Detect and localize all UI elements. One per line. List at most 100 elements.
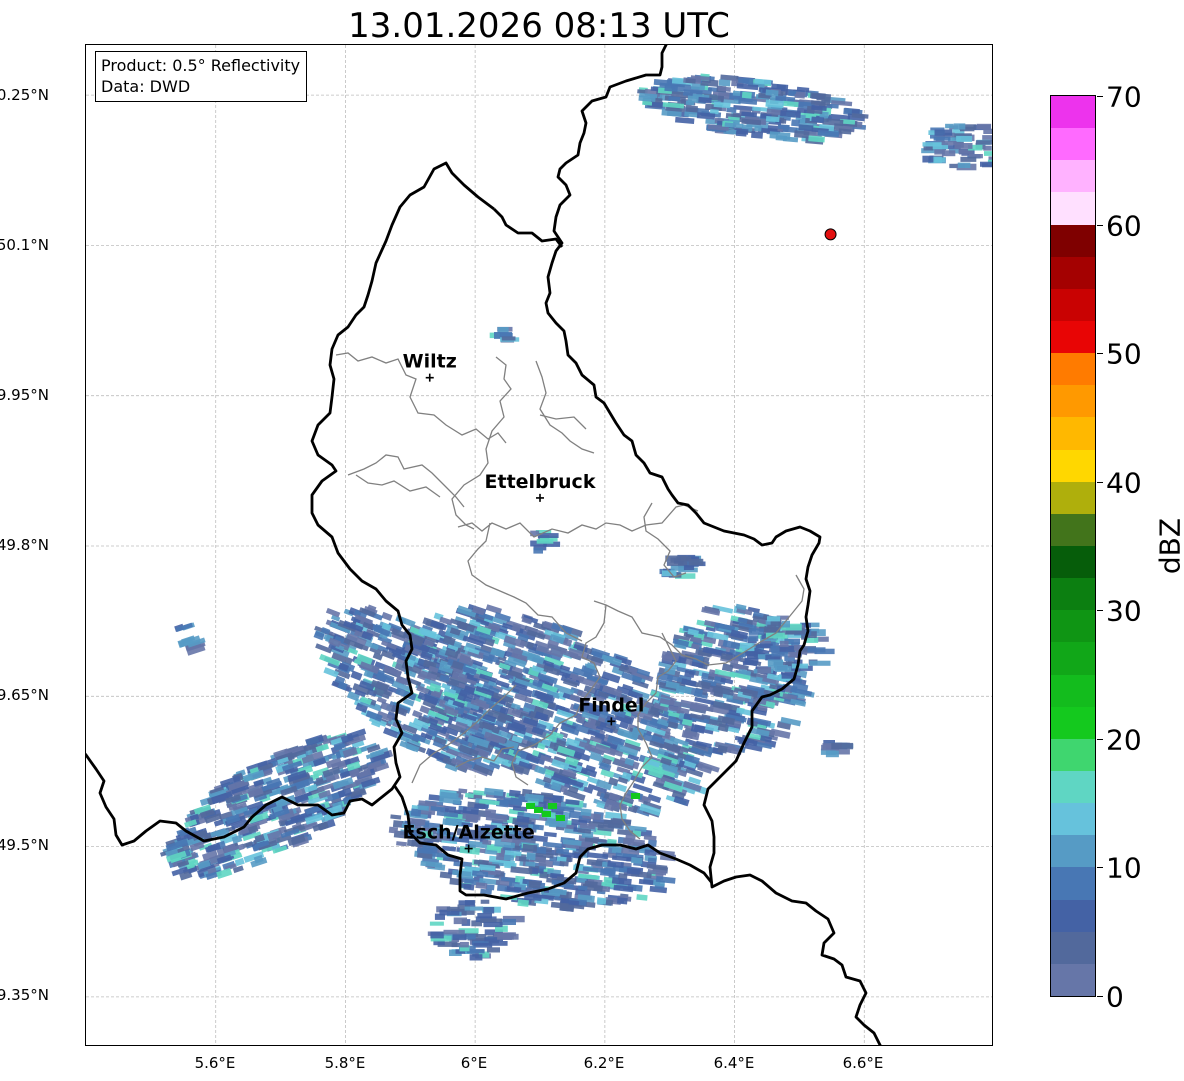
echo-cell xyxy=(825,750,839,758)
colorbar-segment xyxy=(1051,288,1095,321)
echo-cell xyxy=(718,79,731,87)
map-title: 13.01.2026 08:13 UTC xyxy=(348,6,730,46)
echo-cell xyxy=(631,793,640,799)
echo-cell xyxy=(534,807,543,813)
echo-cell xyxy=(528,880,541,889)
echo-cell xyxy=(464,906,483,911)
data-source-text: Data: DWD xyxy=(101,77,191,96)
lat-label: 50.1°N xyxy=(0,236,49,254)
colorbar-segment xyxy=(1051,706,1095,739)
lon-label: 6.2°E xyxy=(583,1054,625,1072)
colorbar-segment xyxy=(1051,674,1095,707)
echo-cell xyxy=(765,89,779,97)
colorbar-tick xyxy=(1097,610,1103,612)
colorbar-segment xyxy=(1051,256,1095,289)
echo-cell xyxy=(922,155,934,163)
map-area[interactable]: Wiltz Ettelbruck Findel Esch/Alzette xyxy=(85,44,993,1046)
colorbar-segment xyxy=(1051,577,1095,611)
echo-cell xyxy=(984,151,992,156)
echo-cell xyxy=(548,803,557,809)
echo-cell xyxy=(501,336,516,341)
echo-cell xyxy=(816,93,832,102)
echo-cell xyxy=(791,663,809,669)
echo-cell xyxy=(464,792,474,799)
echo-cell xyxy=(483,907,495,914)
colorbar xyxy=(1050,95,1096,997)
colorbar-unit: dBZ xyxy=(1153,517,1184,575)
echo-cell xyxy=(596,897,607,905)
colorbar-label: 60 xyxy=(1106,209,1142,243)
echo-cell xyxy=(748,628,764,635)
echo-cell xyxy=(480,899,490,904)
echo-cell xyxy=(559,860,569,867)
lat-label: 49.95°N xyxy=(0,386,49,404)
echo-cell xyxy=(683,565,695,570)
echo-cell xyxy=(446,906,460,911)
echo-cell xyxy=(526,803,535,809)
echo-cell xyxy=(742,661,754,666)
echo-cell xyxy=(475,882,488,890)
echo-cell xyxy=(430,931,444,939)
echo-cell xyxy=(767,616,781,622)
echo-cell xyxy=(755,643,773,649)
echo-cell xyxy=(945,123,954,129)
echo-cell xyxy=(980,161,992,167)
echo-cell xyxy=(517,899,529,907)
echo-cell xyxy=(175,622,193,632)
echo-cell xyxy=(748,635,759,642)
colorbar-segment xyxy=(1051,191,1095,225)
city-marker: Ettelbruck xyxy=(485,471,596,502)
echo-cell xyxy=(636,894,648,901)
echo-cell xyxy=(497,933,519,940)
echo-cell xyxy=(794,130,810,139)
echo-cell xyxy=(459,941,469,948)
lat-label: 49.35°N xyxy=(0,986,49,1004)
echo-cell xyxy=(390,814,402,820)
echo-cell xyxy=(429,921,444,926)
colorbar-label: 40 xyxy=(1106,466,1142,500)
echo-cell xyxy=(632,782,653,794)
colorbar-segment xyxy=(1051,384,1095,418)
echo-cell xyxy=(665,555,687,562)
echo-cell xyxy=(741,91,752,99)
colorbar-segment xyxy=(1051,449,1095,482)
echo-cell xyxy=(388,826,399,834)
radar-map[interactable]: Wiltz Ettelbruck Findel Esch/Alzette xyxy=(86,45,993,1046)
colorbar-segment xyxy=(1051,738,1095,771)
echo-cell xyxy=(983,145,992,151)
colorbar-segment xyxy=(1051,609,1095,643)
city-label: Wiltz xyxy=(403,351,457,373)
echo-cell xyxy=(798,124,814,132)
city-label: Esch/Alzette xyxy=(403,822,535,844)
echo-cell xyxy=(556,815,565,821)
echo-cell xyxy=(769,131,791,140)
echo-cell xyxy=(957,162,971,168)
lat-label: 49.65°N xyxy=(0,686,49,704)
colorbar-label: 10 xyxy=(1106,851,1142,885)
colorbar-segment xyxy=(1051,899,1095,932)
colorbar-label: 70 xyxy=(1106,80,1142,114)
echo-cell xyxy=(675,116,695,124)
echo-cell xyxy=(795,91,806,97)
colorbar-segment xyxy=(1051,866,1095,900)
lon-label: 5.8°E xyxy=(324,1054,366,1072)
product-text: Product: 0.5° Reflectivity xyxy=(101,56,301,75)
echo-cell xyxy=(941,141,957,146)
colorbar-segment xyxy=(1051,545,1095,579)
colorbar-segment xyxy=(1051,352,1095,386)
radar-site xyxy=(824,228,837,241)
lat-label: 50.25°N xyxy=(0,86,49,104)
echo-cell xyxy=(453,917,467,925)
echo-cell xyxy=(934,157,945,162)
city-cross-icon xyxy=(425,373,434,382)
colorbar-label: 20 xyxy=(1106,723,1142,757)
info-box: Product: 0.5° Reflectivity Data: DWD xyxy=(95,51,308,102)
radar-echoes xyxy=(159,73,992,961)
lon-label: 5.6°E xyxy=(194,1054,236,1072)
echo-cell xyxy=(771,651,788,657)
echo-cell xyxy=(469,954,483,961)
echo-cell xyxy=(934,149,945,155)
city-label: Findel xyxy=(578,694,644,716)
echo-cell xyxy=(838,128,852,135)
echo-cell xyxy=(757,667,772,674)
